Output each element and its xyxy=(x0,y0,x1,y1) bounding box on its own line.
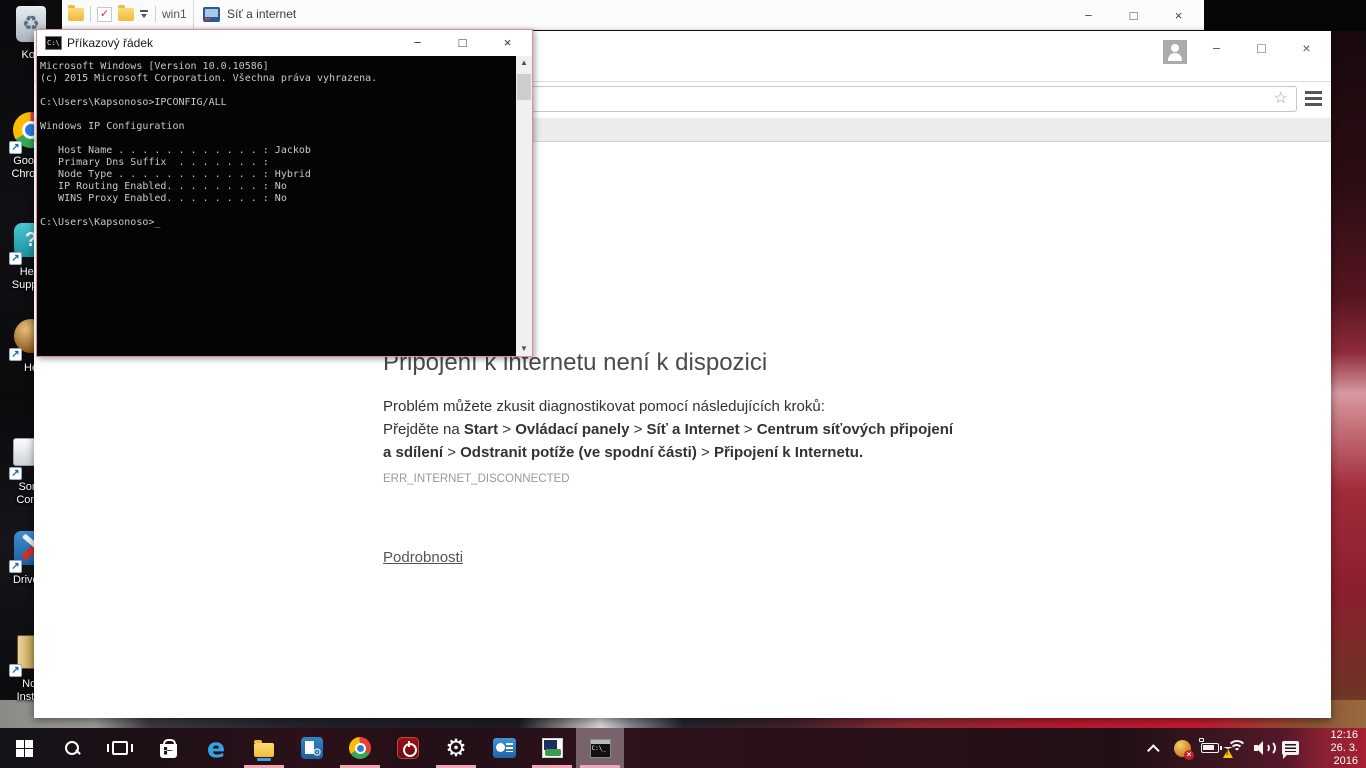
taskbar: e ⚙ ⚙ C:\_ × ! 12:16 26. 3. 2016 xyxy=(0,728,1366,768)
command-prompt-button[interactable] xyxy=(576,728,624,768)
battery-charging-icon xyxy=(1198,738,1222,753)
network-status[interactable] xyxy=(1222,728,1250,768)
file-explorer-button[interactable] xyxy=(240,728,288,768)
bookmark-star-icon[interactable]: ☆ xyxy=(1274,90,1288,108)
shortcut-arrow-icon: ↗ xyxy=(9,560,22,573)
chrome-button[interactable] xyxy=(336,728,384,768)
settings-button[interactable]: ⚙ xyxy=(432,728,480,768)
app-error-icon xyxy=(1174,739,1194,760)
search-icon xyxy=(64,740,80,756)
volume-control[interactable] xyxy=(1250,728,1277,768)
control-panel-window-icon xyxy=(203,7,220,22)
gear-icon: ⚙ xyxy=(445,734,467,762)
separator xyxy=(155,6,156,22)
command-prompt-window: C:\ Příkazový řádek − □ × Microsoft Wind… xyxy=(36,29,533,357)
qat-dropdown-icon[interactable] xyxy=(140,9,149,19)
pie-list-icon xyxy=(492,738,516,758)
separator xyxy=(90,6,91,22)
menu-icon[interactable] xyxy=(1305,91,1322,107)
hidden-icons-button[interactable] xyxy=(1142,728,1169,768)
scrollbar-thumb[interactable] xyxy=(517,74,531,100)
scroll-down-icon[interactable]: ▼ xyxy=(516,342,532,356)
shortcut-arrow-icon: ↗ xyxy=(9,467,22,480)
maximize-button[interactable]: □ xyxy=(1239,41,1284,55)
taskbar-search-button[interactable] xyxy=(48,728,96,768)
cmd-titlebar[interactable]: C:\ Příkazový řádek − □ × xyxy=(37,30,532,56)
edge-icon: e xyxy=(206,732,226,764)
folder-icon[interactable] xyxy=(68,4,84,21)
file-explorer-icon xyxy=(254,739,274,761)
close-button[interactable]: × xyxy=(1156,9,1201,22)
document-gear-icon: ⚙ xyxy=(301,737,323,759)
quick-access-toolbar: ✓ win1 xyxy=(68,4,187,22)
console-output-area[interactable]: Microsoft Windows [Version 10.0.10586] (… xyxy=(37,56,532,356)
chrome-icon xyxy=(349,737,371,759)
control-panel-window-title: Síť a internet xyxy=(227,7,297,21)
action-center-button[interactable] xyxy=(1277,728,1304,768)
minimize-button[interactable]: − xyxy=(1066,9,1111,22)
error-page-steps-line2: a sdílení > Odstranit potíže (ve spodní … xyxy=(383,444,864,461)
clock-time: 12:16 xyxy=(1330,728,1358,741)
task-view-icon xyxy=(107,741,133,755)
command-prompt-icon xyxy=(589,738,611,758)
minimize-button[interactable]: − xyxy=(395,36,440,49)
checkmark-icon[interactable]: ✓ xyxy=(97,6,112,22)
error-code: ERR_INTERNET_DISCONNECTED xyxy=(383,473,570,485)
error-page-steps-line1: Přejděte na Start > Ovládací panely > Sí… xyxy=(383,421,954,438)
shortcut-arrow-icon: ↗ xyxy=(9,664,22,677)
clock-date: 26. 3. 2016 xyxy=(1330,741,1358,767)
control-panel-window-titlebar[interactable]: Síť a internet − □ × xyxy=(193,0,1204,30)
action-center-icon xyxy=(1282,741,1299,759)
details-link[interactable]: Podrobnosti xyxy=(383,549,463,566)
store-button[interactable] xyxy=(144,728,192,768)
cmd-window-title: Příkazový řádek xyxy=(67,36,154,50)
store-icon xyxy=(159,738,177,758)
system-doc-app-button[interactable]: ⚙ xyxy=(288,728,336,768)
speaker-icon xyxy=(1253,740,1276,756)
folder-icon[interactable] xyxy=(118,4,134,21)
desktop-wallpaper-topright xyxy=(1203,0,1366,32)
close-button[interactable]: × xyxy=(485,36,530,49)
cmd-window-icon: C:\ xyxy=(45,36,62,50)
system-tray: 12:16 26. 3. 2016 xyxy=(1142,728,1366,768)
wifi-warning-icon xyxy=(1222,740,1247,758)
maximize-button[interactable]: □ xyxy=(1111,9,1156,22)
task-view-button[interactable] xyxy=(96,728,144,768)
power-icon xyxy=(397,737,419,759)
photos-button[interactable] xyxy=(528,728,576,768)
close-button[interactable]: × xyxy=(1284,41,1329,55)
scrollbar[interactable]: ▲ ▼ xyxy=(516,56,532,356)
scroll-up-icon[interactable]: ▲ xyxy=(516,56,532,70)
shortcut-arrow-icon: ↗ xyxy=(9,141,22,154)
tray-app-error[interactable] xyxy=(1169,728,1196,768)
desktop-screen: ♻ Koš ↗ Google Chrome ? ↗ Help Support ↗… xyxy=(0,0,1366,768)
taskbar-clock[interactable]: 12:16 26. 3. 2016 xyxy=(1304,729,1366,768)
shortcut-arrow-icon: ↗ xyxy=(9,348,22,361)
power-app-button[interactable] xyxy=(384,728,432,768)
maximize-button[interactable]: □ xyxy=(440,36,485,49)
minimize-button[interactable]: − xyxy=(1194,41,1239,55)
battery-status[interactable] xyxy=(1196,728,1223,768)
explorer-window-title: win1 xyxy=(162,7,187,21)
profile-avatar-icon[interactable] xyxy=(1163,40,1187,64)
console-output: Microsoft Windows [Version 10.0.10586] (… xyxy=(40,61,378,228)
windows-logo-icon xyxy=(15,739,33,757)
chevron-up-icon xyxy=(1147,743,1160,757)
control-panel-app-button[interactable] xyxy=(480,728,528,768)
photo-thumbnail-icon xyxy=(541,738,563,758)
desktop-wallpaper-right xyxy=(1331,31,1366,728)
edge-button[interactable]: e xyxy=(192,728,240,768)
error-page-intro: Problém můžete zkusit diagnostikovat pom… xyxy=(383,398,825,415)
start-button[interactable] xyxy=(0,728,48,768)
shortcut-arrow-icon: ↗ xyxy=(9,252,22,265)
